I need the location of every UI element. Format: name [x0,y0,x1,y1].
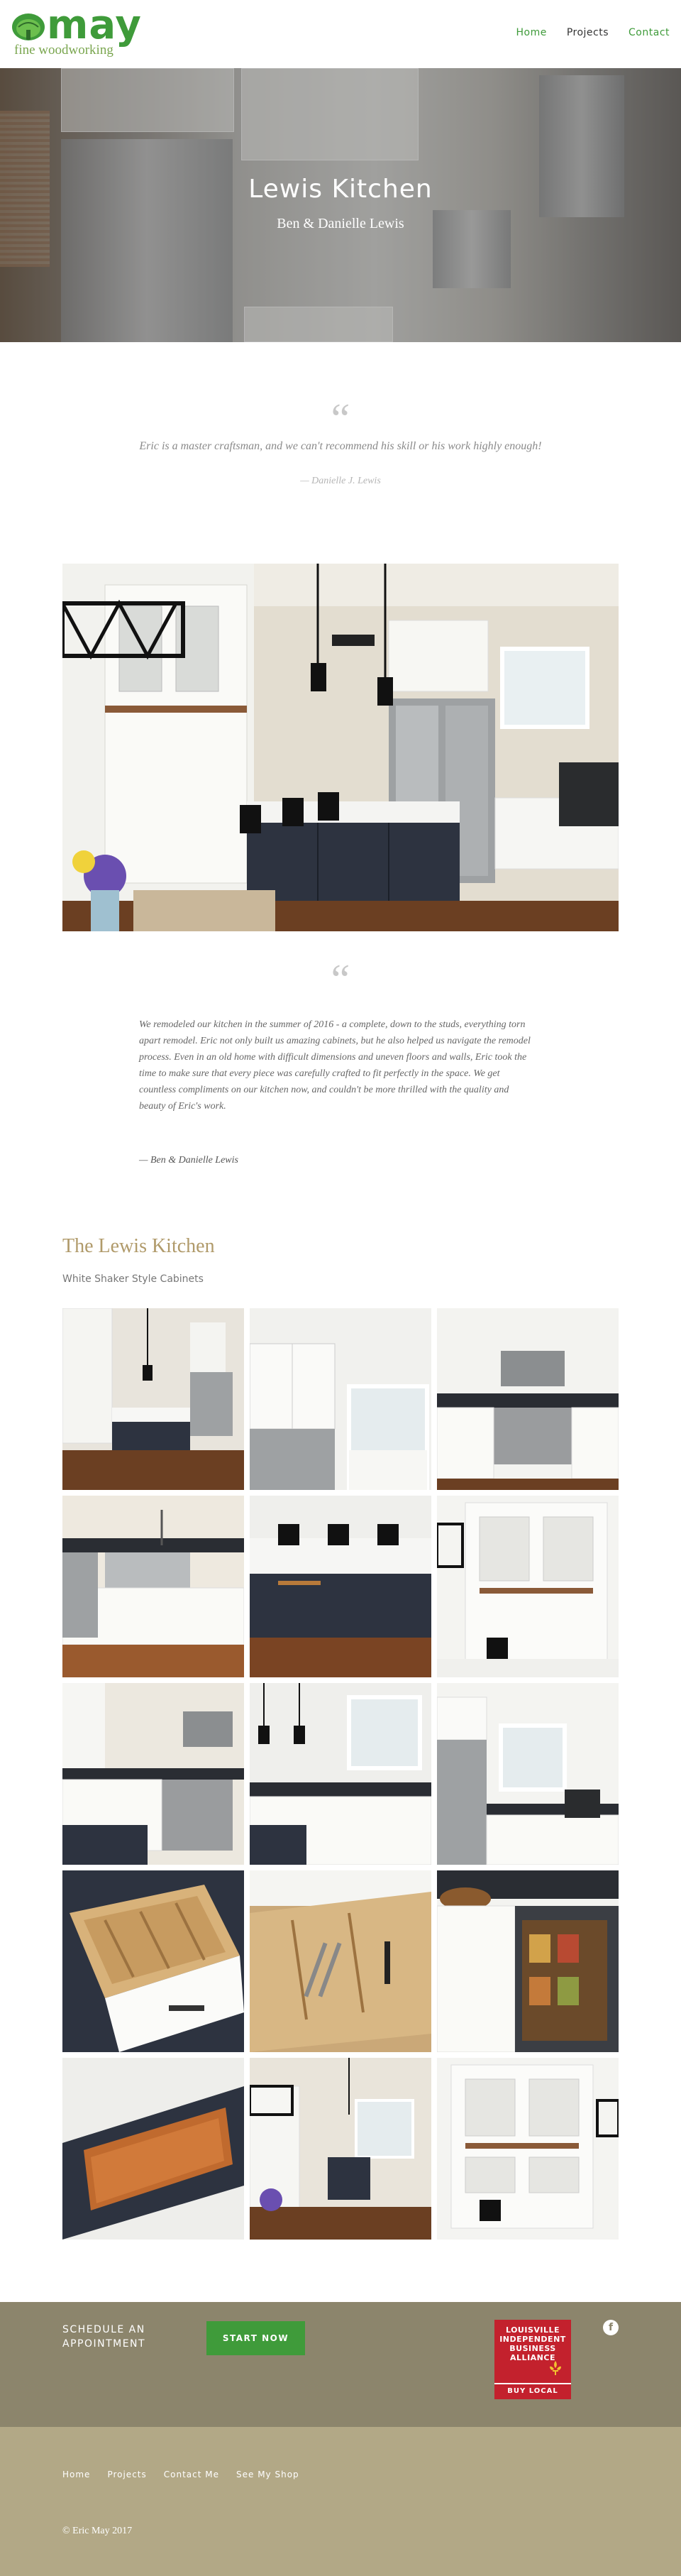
quote-icon: “ [331,395,350,442]
gallery-photo-image [250,2058,431,2240]
site-footer [0,2427,681,2576]
start-now-button[interactable]: START NOW [206,2321,305,2355]
footer-link-projects[interactable]: Projects [107,2470,146,2479]
gallery-photo-8[interactable] [250,1683,431,1865]
main-nav: Home Projects Contact [516,27,670,38]
hero-banner: Lewis Kitchen Ben & Danielle Lewis [0,68,681,342]
footer-link-contact[interactable]: Contact Me [164,2470,219,2479]
gallery-photo-image [62,1683,244,1865]
schedule-label: SCHEDULE AN APPOINTMENT [62,2324,146,2350]
quote-icon: “ [331,956,350,1003]
badge-line: LOUISVILLE [505,2325,560,2335]
logo-tagline: fine woodworking [14,43,114,57]
hero-overlay [0,68,681,342]
gallery-photo-image [437,1308,619,1490]
gallery-photo-14[interactable] [250,2058,431,2240]
gallery-photo-image [62,1870,244,2052]
badge-buy-local: BUY LOCAL [494,2383,571,2395]
gallery-photo-2[interactable] [250,1308,431,1490]
gallery-photo-6[interactable] [437,1496,619,1677]
gallery-photo-image [250,1308,431,1490]
gallery-photo-1[interactable] [62,1308,244,1490]
gallery-title: The Lewis Kitchen [62,1235,215,1257]
footer-link-shop[interactable]: See My Shop [236,2470,299,2479]
page-subtitle: Ben & Danielle Lewis [277,216,404,231]
gallery-photo-15[interactable] [437,2058,619,2240]
gallery-photo-image [250,1870,431,2052]
cta-band [0,2302,681,2427]
site-logo[interactable]: may fine woodworking [11,4,146,60]
gallery-photo-5[interactable] [250,1496,431,1677]
logo-wordmark: may [47,2,142,48]
nav-contact[interactable]: Contact [629,27,670,38]
nav-projects[interactable]: Projects [567,27,609,38]
testimonial-author: — Danielle J. Lewis [300,476,381,486]
gallery-photo-image [62,2058,244,2240]
gallery-photo-7[interactable] [62,1683,244,1865]
site-header: may fine woodworking Home Projects Conta… [0,0,681,68]
testimonial-quote-long: We remodeled our kitchen in the summer o… [139,1019,531,1112]
testimonial-author: — Ben & Danielle Lewis [139,1155,238,1166]
facebook-icon[interactable]: f [603,2320,619,2335]
testimonial-quote: Eric is a master craftsman, and we can't… [139,440,542,452]
page-title: Lewis Kitchen [248,175,433,204]
footer-link-home[interactable]: Home [62,2470,90,2479]
gallery-photo-12[interactable] [437,1870,619,2052]
badge-line: INDEPENDENT [499,2335,566,2344]
gallery-photo-image [437,1683,619,1865]
gallery-photo-image [437,1496,619,1677]
gallery-photo-10[interactable] [62,1870,244,2052]
gallery-photo-image [62,1308,244,1490]
gallery-photo-image [250,1683,431,1865]
kitchen-photo-main[interactable] [62,564,619,931]
buy-local-badge[interactable]: LOUISVILLE INDEPENDENT BUSINESS ALLIANCE… [494,2320,571,2399]
tree-logo-icon [12,13,45,40]
badge-line: BUSINESS [509,2344,556,2353]
gallery-photo-image [250,1496,431,1677]
footer-nav: Home Projects Contact Me See My Shop [62,2470,299,2479]
gallery-photo-image [437,1870,619,2052]
gallery-photo-image [62,1496,244,1677]
kitchen-photo-image [62,564,619,931]
gallery-photo-13[interactable] [62,2058,244,2240]
copyright: © Eric May 2017 [62,2526,133,2536]
nav-home[interactable]: Home [516,27,546,38]
photo-gallery [62,1308,619,2240]
gallery-photo-4[interactable] [62,1496,244,1677]
gallery-photo-3[interactable] [437,1308,619,1490]
fleur-de-lis-icon [550,2361,561,2375]
gallery-subtitle: White Shaker Style Cabinets [62,1273,204,1285]
gallery-photo-9[interactable] [437,1683,619,1865]
gallery-photo-11[interactable] [250,1870,431,2052]
gallery-photo-image [437,2058,619,2240]
